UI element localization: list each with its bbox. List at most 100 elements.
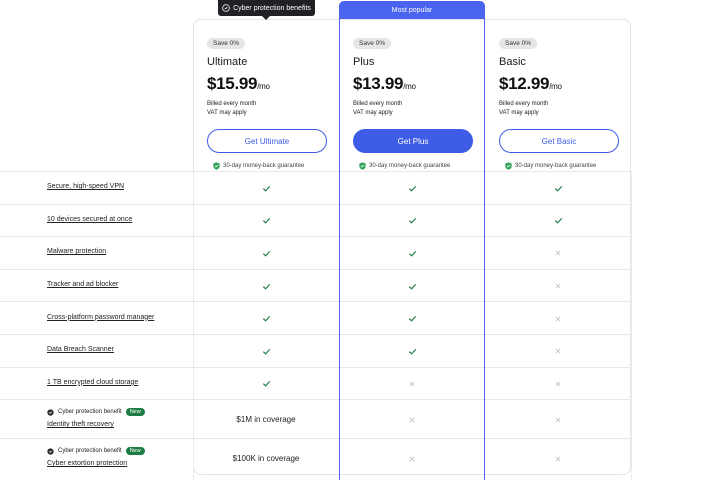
price-period: /mo [403, 82, 416, 91]
cross-icon [555, 316, 561, 322]
cross-icon [409, 456, 415, 462]
get-ultimate-button[interactable]: Get Ultimate [207, 129, 327, 153]
cross-icon [409, 417, 415, 423]
new-badge: New [125, 447, 145, 456]
cross-icon [555, 417, 561, 423]
price-amount: $12.99 [499, 74, 550, 93]
feature-row: 10 devices secured at once [0, 203, 631, 238]
feature-cell [339, 400, 485, 439]
price-amount: $13.99 [353, 74, 404, 93]
feature-link[interactable]: Cross-platform password manager [47, 314, 154, 321]
feature-cell [339, 205, 485, 238]
money-back-guarantee: 30-day money-back guarantee [505, 162, 631, 170]
guarantee-text: 30-day money-back guarantee [369, 163, 451, 169]
feature-row: 1 TB encrypted cloud storage [0, 366, 631, 401]
money-back-guarantee: 30-day money-back guarantee [359, 162, 485, 170]
plan-name: Ultimate [207, 56, 248, 68]
feature-row: Cross-platform password manager [0, 301, 631, 334]
cyber-shield-icon [47, 409, 54, 416]
guarantee-text: 30-day money-back guarantee [515, 163, 597, 169]
save-badge: Save 0% [499, 38, 538, 49]
cross-icon [409, 381, 415, 387]
cyber-benefit-label: Cyber protection benefit [58, 448, 122, 455]
check-icon [408, 250, 416, 257]
cyber-row: Cyber protection benefit New Identity the… [0, 399, 631, 438]
feature-link[interactable]: Secure, high-speed VPN [47, 183, 124, 190]
shield-check-icon [213, 162, 220, 170]
guarantee-text: 30-day money-back guarantee [223, 163, 305, 169]
cross-icon [555, 283, 561, 289]
get-plus-button[interactable]: Get Plus [353, 129, 473, 153]
billing-cycle: Billed every month [207, 101, 257, 107]
feature-cell [485, 172, 631, 205]
plan-price: $15.99/mo [207, 74, 339, 94]
feature-cell [193, 302, 339, 335]
new-badge: New [125, 408, 145, 417]
feature-link[interactable]: Tracker and ad blocker [47, 281, 118, 288]
vat-note: VAT may apply [499, 110, 539, 116]
feature-link[interactable]: Data Breach Scanner [47, 346, 114, 353]
check-icon [262, 185, 270, 192]
cyber-shield-icon [47, 448, 54, 455]
shield-check-icon [359, 162, 366, 170]
plan-billing: Billed every month VAT may apply [499, 100, 631, 118]
check-icon [408, 316, 416, 322]
most-popular-banner: Most popular [339, 1, 485, 19]
feature-cell [339, 172, 485, 205]
plan-ultimate: Save 0% Ultimate $15.99/mo Billed every … [193, 32, 339, 170]
feature-cell: $100K in coverage [193, 439, 339, 478]
feature-cell [193, 270, 339, 303]
billing-cycle: Billed every month [499, 101, 549, 107]
check-icon [262, 381, 270, 388]
plan-price: $13.99/mo [353, 74, 485, 94]
feature-cell [485, 368, 631, 401]
feature-cell: $1M in coverage [193, 400, 339, 439]
cross-icon [555, 456, 561, 462]
feature-link[interactable]: Identity theft recovery [47, 421, 114, 428]
check-icon [262, 316, 270, 322]
price-period: /mo [549, 82, 562, 91]
plan-billing: Billed every month VAT may apply [353, 100, 485, 118]
plan-plus: Save 0% Plus $13.99/mo Billed every mont… [339, 32, 485, 170]
tooltip-label: Cyber protection benefits [233, 4, 311, 12]
feature-cell [339, 302, 485, 335]
cyber-benefit-header: Cyber protection benefit New [47, 447, 145, 456]
feature-cell [193, 335, 339, 368]
feature-link[interactable]: 1 TB encrypted cloud storage [47, 379, 138, 386]
cyber-benefit-label: Cyber protection benefit [58, 409, 122, 416]
check-icon [408, 218, 416, 225]
plan-name: Plus [353, 56, 375, 68]
feature-link[interactable]: Cyber extortion protection [47, 460, 127, 467]
plan-basic: Save 0% Basic $12.99/mo Billed every mon… [485, 32, 631, 170]
cross-icon [555, 348, 561, 354]
price-period: /mo [257, 82, 270, 91]
feature-row: Data Breach Scanner [0, 334, 631, 367]
check-icon [554, 185, 562, 192]
plan-name: Basic [499, 56, 526, 68]
cyber-row: Cyber protection benefit New Cyber extort… [0, 438, 631, 477]
plan-price: $12.99/mo [499, 74, 631, 94]
check-icon [408, 348, 416, 355]
cyber-benefits-tooltip: Cyber protection benefits [218, 0, 315, 20]
price-amount: $15.99 [207, 74, 258, 93]
shield-icon [222, 4, 230, 12]
feature-cell [485, 439, 631, 478]
feature-cell [339, 237, 485, 270]
feature-row: Tracker and ad blocker [0, 268, 631, 303]
feature-link[interactable]: 10 devices secured at once [47, 216, 132, 223]
vat-note: VAT may apply [353, 110, 393, 116]
get-basic-button[interactable]: Get Basic [499, 129, 619, 153]
save-badge: Save 0% [353, 38, 392, 49]
column-divider [631, 171, 632, 480]
coverage-value: $1M in coverage [236, 415, 296, 425]
cross-icon [555, 250, 561, 257]
feature-link[interactable]: Malware protection [47, 248, 106, 255]
check-icon [262, 283, 270, 290]
feature-cell [193, 237, 339, 270]
feature-cell [193, 205, 339, 238]
coverage-value: $100K in coverage [232, 454, 300, 464]
check-icon [554, 218, 562, 225]
money-back-guarantee: 30-day money-back guarantee [213, 162, 339, 170]
plan-billing: Billed every month VAT may apply [207, 100, 339, 118]
feature-cell [193, 172, 339, 205]
